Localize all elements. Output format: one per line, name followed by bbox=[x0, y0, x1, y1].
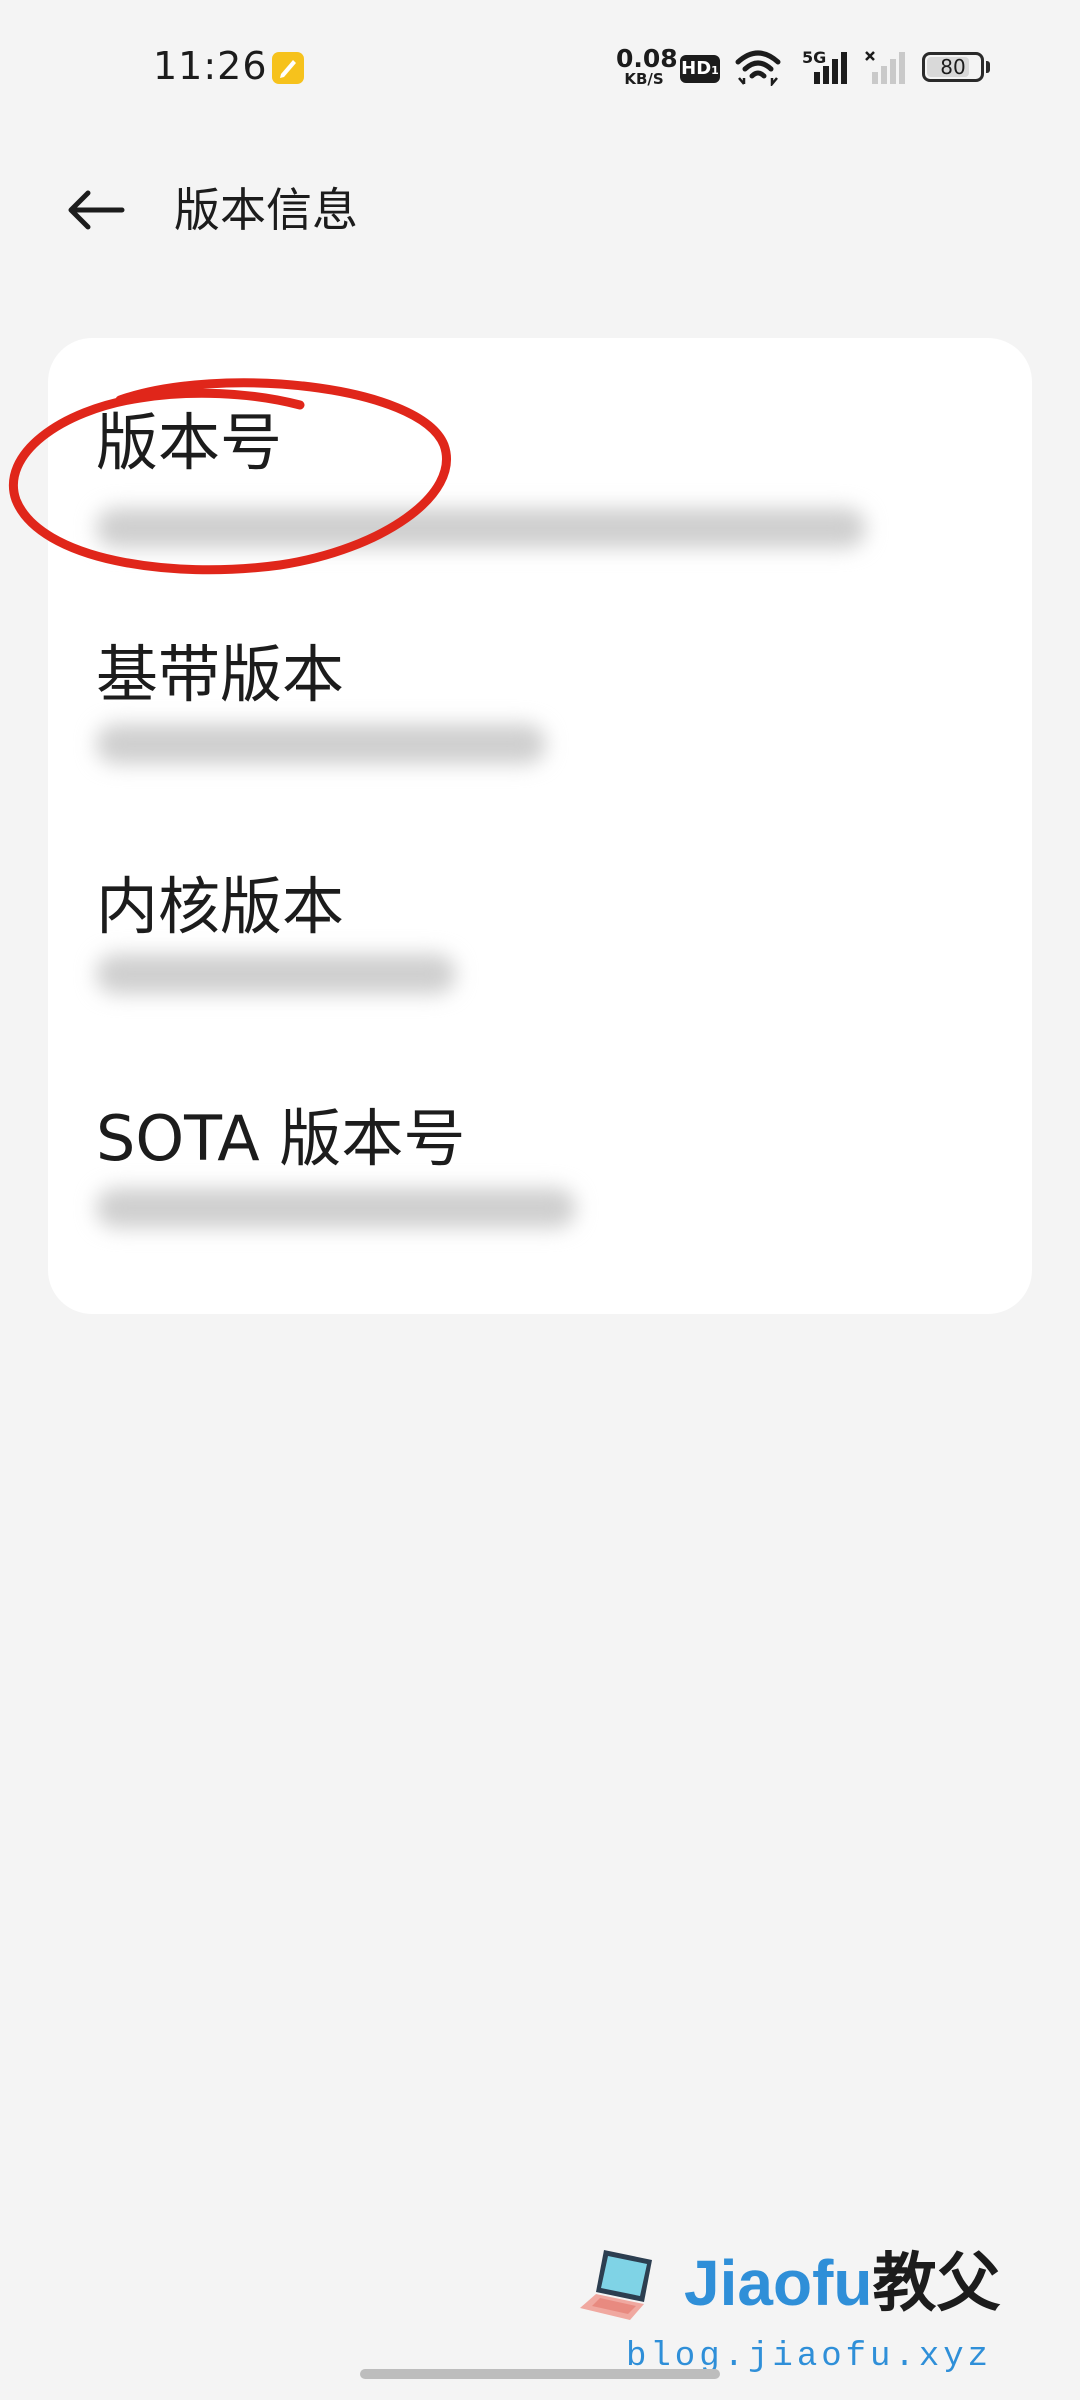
watermark-brand-cn: 教父 bbox=[872, 2247, 1001, 2321]
watermark-brand: Jiaofu教父 bbox=[684, 2248, 1000, 2319]
list-item-value-redacted bbox=[96, 724, 546, 764]
network-speed-unit: KB/S bbox=[624, 70, 664, 88]
battery-tip bbox=[986, 61, 990, 73]
list-item-kernel-version[interactable]: 内核版本 bbox=[48, 802, 1032, 1034]
hd-icon: HD1 bbox=[680, 55, 720, 83]
list-item-label: SOTA 版本号 bbox=[96, 1102, 466, 1175]
back-button[interactable] bbox=[52, 172, 140, 248]
signal-icon bbox=[814, 52, 847, 84]
battery-icon: 80 bbox=[922, 52, 984, 82]
list-item-sota-version[interactable]: SOTA 版本号 bbox=[48, 1034, 1032, 1266]
list-item-value-redacted bbox=[96, 508, 866, 548]
home-indicator[interactable] bbox=[360, 2369, 720, 2379]
status-bar: 11:26 0.08 KB/S HD1 5G 80 bbox=[0, 0, 1080, 136]
watermark-brand-en: Jiaofu bbox=[684, 2247, 873, 2319]
status-time: 11:26 bbox=[153, 44, 268, 88]
note-icon bbox=[272, 52, 304, 84]
wifi-icon bbox=[735, 50, 781, 86]
list-item-value-redacted bbox=[96, 954, 456, 994]
hd-sub: 1 bbox=[711, 64, 719, 77]
hd-label: HD bbox=[681, 58, 712, 79]
network-speed-value: 0.08 bbox=[616, 44, 678, 73]
back-arrow-icon bbox=[68, 190, 125, 230]
list-item-label: 内核版本 bbox=[96, 870, 345, 943]
signal-no-service-icon bbox=[865, 51, 905, 84]
page-title: 版本信息 bbox=[174, 183, 358, 237]
laptop-icon bbox=[580, 2250, 652, 2320]
list-item-version-number[interactable]: 版本号 bbox=[48, 338, 1032, 570]
list-item-label: 版本号 bbox=[96, 406, 283, 479]
version-info-card: 版本号 基带版本 内核版本 SOTA 版本号 bbox=[48, 338, 1032, 1314]
battery-level: 80 bbox=[940, 55, 966, 79]
list-item-value-redacted bbox=[96, 1188, 576, 1228]
network-speed: 0.08 KB/S bbox=[616, 44, 678, 88]
list-item-baseband-version[interactable]: 基带版本 bbox=[48, 570, 1032, 802]
list-item-label: 基带版本 bbox=[96, 638, 345, 711]
watermark: Jiaofu教父 blog.jiaofu.xyz bbox=[578, 2238, 1000, 2378]
